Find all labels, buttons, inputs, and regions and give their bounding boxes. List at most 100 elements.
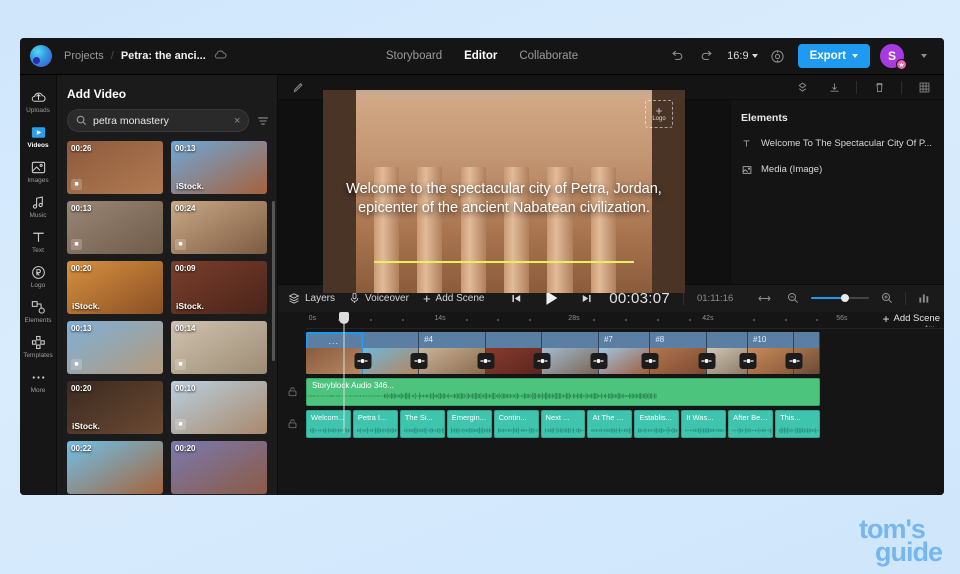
sidebar-item-text[interactable]: Text <box>20 224 57 257</box>
search-icon <box>76 115 87 126</box>
sidebar-item-music[interactable]: Music <box>20 189 57 222</box>
undo-icon[interactable] <box>667 46 687 66</box>
playhead[interactable] <box>339 312 349 324</box>
sidebar-item-logo[interactable]: Logo <box>20 259 57 292</box>
transition-icon[interactable] <box>740 353 757 369</box>
subtitle-clip[interactable]: The Si... <box>400 410 445 438</box>
grid-layout-icon[interactable] <box>914 77 934 97</box>
media-thumbnail[interactable]: 00:22 <box>67 441 163 494</box>
tab-editor[interactable]: Editor <box>464 50 497 62</box>
subtitle-clip[interactable]: After Bein... <box>728 410 773 438</box>
video-preview-frame[interactable]: Logo Welcome to the spectacular city of … <box>323 90 685 293</box>
filter-icon[interactable] <box>256 111 270 131</box>
sidebar-item-elements[interactable]: Elements <box>20 294 57 327</box>
scene-clip-menu-icon[interactable]: ... <box>329 336 340 346</box>
tab-collaborate[interactable]: Collaborate <box>519 50 578 62</box>
transition-icon[interactable] <box>698 353 715 369</box>
avatar[interactable]: S ★ <box>880 44 904 68</box>
subtitle-clip[interactable]: Establis... <box>634 410 679 438</box>
zoom-in-icon[interactable] <box>877 288 897 308</box>
add-scene-button[interactable]: + Add Scene <box>423 292 485 305</box>
audio-clip[interactable]: Storyblock Audio 346... <box>306 378 820 406</box>
media-thumbnail[interactable]: 00:13■ <box>67 321 163 374</box>
tab-storyboard[interactable]: Storyboard <box>386 50 442 62</box>
layers-button[interactable]: Layers <box>288 292 335 304</box>
subtitle-clip[interactable]: This... <box>775 410 820 438</box>
export-button[interactable]: Export <box>798 44 870 68</box>
audio-mixer-icon[interactable] <box>914 288 934 308</box>
voiceover-label: Voiceover <box>365 293 409 304</box>
send-to-back-icon[interactable] <box>824 77 844 97</box>
upload-cloud-icon <box>29 88 47 106</box>
thumbnail-add-icon[interactable]: ■ <box>71 359 82 370</box>
scene-clip-thumbnail <box>419 348 485 374</box>
media-thumbnail[interactable]: 00:20iStock. <box>67 381 163 434</box>
subtitle-clip[interactable]: It Was... <box>681 410 726 438</box>
thumbnail-add-icon[interactable]: ■ <box>175 419 186 430</box>
timeline-ruler[interactable]: + Add Scene 0s14s28s42s56s01m 1... <box>306 312 944 329</box>
preview-caption[interactable]: Welcome to the spectacular city of Petra… <box>323 180 685 218</box>
subtitle-clip-label: Contin... <box>499 413 535 422</box>
subtitle-clip[interactable]: Petra I... <box>353 410 398 438</box>
delete-trash-icon[interactable] <box>869 77 889 97</box>
zoom-slider-knob[interactable] <box>841 294 849 302</box>
app-logo-icon[interactable] <box>30 45 52 67</box>
media-thumbnail[interactable]: 00:10■ <box>171 381 267 434</box>
breadcrumb-current-project[interactable]: Petra: the anci... <box>121 50 206 62</box>
aspect-ratio-selector[interactable]: 16:9 <box>727 50 757 62</box>
transition-icon[interactable] <box>534 353 551 369</box>
thumbnail-add-icon[interactable]: ■ <box>175 239 186 250</box>
transition-icon[interactable] <box>786 353 803 369</box>
zoom-slider[interactable] <box>811 297 869 299</box>
subtitle-clip[interactable]: Contin... <box>494 410 539 438</box>
media-thumbnail[interactable]: 00:20 <box>171 441 267 494</box>
bring-to-front-icon[interactable] <box>792 77 812 97</box>
transition-icon[interactable] <box>477 353 494 369</box>
search-input[interactable] <box>93 115 228 127</box>
transition-icon[interactable] <box>354 353 371 369</box>
subtitle-clip-track[interactable]: Welcom...Petra I...The Si...Emergin...Co… <box>306 410 820 438</box>
subtitle-lock-toggle[interactable] <box>278 410 306 438</box>
thumbnail-add-icon[interactable]: ■ <box>71 239 82 250</box>
transition-icon[interactable] <box>590 353 607 369</box>
pen-cursor-icon[interactable] <box>288 77 308 97</box>
breadcrumb-projects[interactable]: Projects <box>64 50 104 62</box>
search-box[interactable]: × <box>67 109 249 132</box>
timeline-ruler-row: + Add Scene 0s14s28s42s56s01m 1... <box>278 312 944 329</box>
sidebar-item-videos[interactable]: Videos <box>20 119 57 152</box>
scene-clip[interactable]: #4 <box>419 332 486 374</box>
export-label: Export <box>810 50 846 62</box>
element-item-text[interactable]: Welcome To The Spectacular City Of P... <box>741 138 934 149</box>
voiceover-button[interactable]: Voiceover <box>349 292 409 304</box>
sidebar-item-uploads[interactable]: Uploads <box>20 84 57 117</box>
media-panel-scrollbar[interactable] <box>272 201 275 361</box>
element-item-media[interactable]: Media (Image) <box>741 164 934 175</box>
logo-placeholder[interactable]: Logo <box>645 100 673 128</box>
media-thumbnail[interactable]: 00:13iStock. <box>171 141 267 194</box>
sidebar-item-more[interactable]: More <box>20 364 57 397</box>
subtitle-clip[interactable]: Next ... <box>541 410 586 438</box>
subtitle-clip[interactable]: Emergin... <box>447 410 492 438</box>
media-grid-scroll[interactable]: 00:26■00:13iStock.00:13■00:24■00:20iStoc… <box>57 141 277 495</box>
transition-icon[interactable] <box>642 353 659 369</box>
timeline-add-scene-button[interactable]: + Add Scene <box>878 313 941 325</box>
thumbnail-add-icon[interactable]: ■ <box>175 359 186 370</box>
media-thumbnail[interactable]: 00:13■ <box>67 201 163 254</box>
redo-icon[interactable] <box>697 46 717 66</box>
zoom-out-icon[interactable] <box>783 288 803 308</box>
media-thumbnail[interactable]: 00:26■ <box>67 141 163 194</box>
audio-lock-toggle[interactable] <box>278 378 306 406</box>
media-thumbnail[interactable]: 00:24■ <box>171 201 267 254</box>
media-thumbnail[interactable]: 00:14■ <box>171 321 267 374</box>
clear-search-icon[interactable]: × <box>234 115 240 127</box>
target-settings-icon[interactable] <box>768 46 788 66</box>
thumbnail-add-icon[interactable]: ■ <box>71 179 82 190</box>
media-thumbnail[interactable]: 00:20iStock. <box>67 261 163 314</box>
media-thumbnail[interactable]: 00:09iStock. <box>171 261 267 314</box>
sidebar-item-templates[interactable]: Templates <box>20 329 57 362</box>
fit-width-icon[interactable] <box>755 288 775 308</box>
sidebar-item-images[interactable]: Images <box>20 154 57 187</box>
account-chevron-down-icon[interactable] <box>914 46 934 66</box>
subtitle-clip[interactable]: At The En... <box>587 410 632 438</box>
transition-icon[interactable] <box>411 353 428 369</box>
